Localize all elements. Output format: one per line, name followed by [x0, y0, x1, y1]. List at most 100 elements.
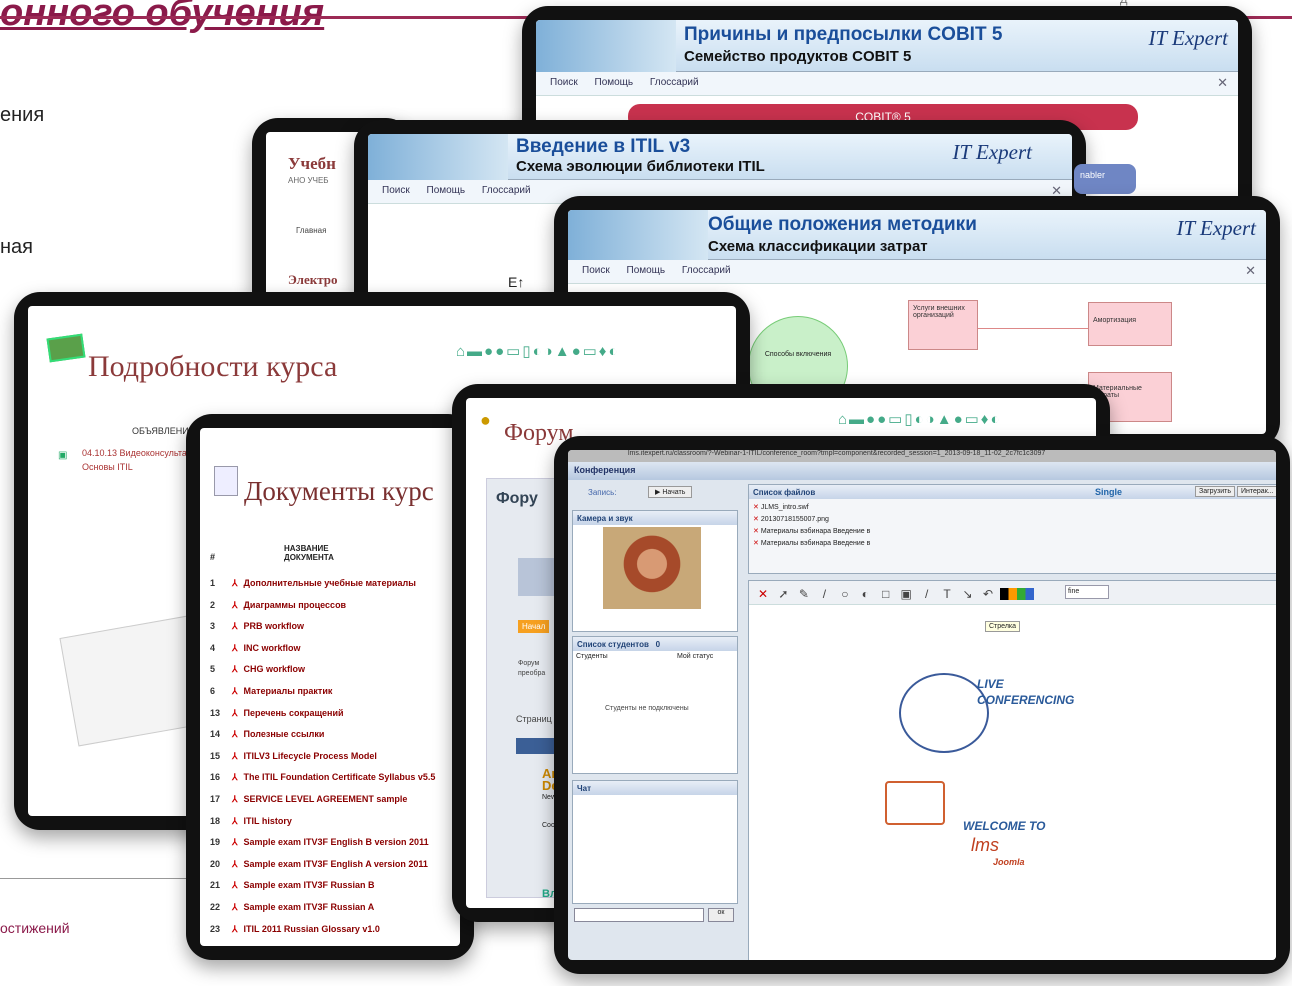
school-link[interactable]: Электро: [288, 272, 337, 288]
table-row[interactable]: 17 ⅄ SERVICE LEVEL AGREEMENT sample: [210, 794, 407, 805]
row-name[interactable]: Sample exam ITV3F English B version 2011: [244, 837, 429, 847]
col-num-header: #: [210, 552, 216, 562]
delete-file-icon[interactable]: ✕: [753, 504, 761, 511]
start-record-button[interactable]: ▶ Начать: [648, 486, 693, 498]
course-toolbar-icons[interactable]: ⌂▬●●▭▯◐◑▲●▭♦◐: [456, 342, 620, 360]
whiteboard[interactable]: ✕ ➚ ✎ / ○ ◐ □ ▣ / T ↘ ↶ fine Стрелка LIV…: [748, 580, 1276, 960]
glossary-link[interactable]: Глоссарий: [650, 77, 699, 88]
delete-file-icon[interactable]: ✕: [753, 516, 761, 523]
row-name[interactable]: ITIL 2011 Russian Glossary v1.0: [244, 924, 380, 934]
row-number: 21: [210, 880, 221, 891]
search-link[interactable]: Поиск: [550, 77, 578, 88]
upload-button[interactable]: Загрузить: [1195, 486, 1235, 497]
row-name[interactable]: CHG workflow: [244, 664, 306, 674]
line-width-select[interactable]: fine: [1065, 585, 1109, 599]
close-icon[interactable]: ✕: [1245, 263, 1256, 279]
pdf-icon: ⅄: [232, 686, 238, 696]
help-link[interactable]: Помощь: [627, 265, 666, 276]
color-palette[interactable]: [1000, 587, 1035, 600]
table-row[interactable]: 15 ⅄ ITILV3 Lifecycle Process Model: [210, 751, 377, 762]
row-name[interactable]: The ITIL Foundation Certificate Syllabus…: [244, 772, 436, 782]
table-row[interactable]: 2 ⅄ Диаграммы процессов: [210, 600, 346, 611]
pdf-icon: ⅄: [232, 815, 238, 826]
delete-file-icon[interactable]: ✕: [753, 540, 761, 547]
delete-file-icon[interactable]: ✕: [753, 528, 761, 535]
line2-icon[interactable]: /: [919, 587, 935, 601]
pdf-icon: ⅄: [232, 707, 238, 718]
table-row[interactable]: 3 ⅄ PRB workflow: [210, 621, 304, 632]
table-row[interactable]: 20 ⅄ Sample exam ITV3F English A version 2…: [210, 859, 428, 870]
school-nav-home[interactable]: Главная: [296, 226, 326, 235]
help-link[interactable]: Помощь: [427, 185, 466, 196]
row-number: 22: [210, 902, 221, 912]
table-row[interactable]: 13 ⅄ Перечень сокращений: [210, 708, 344, 719]
forum-toolbar-icons[interactable]: ⌂▬●●▭▯◐◑▲●▭♦◐: [838, 410, 1002, 428]
row-name[interactable]: ITILV3 Lifecycle Process Model: [244, 751, 377, 761]
row-name[interactable]: PRB workflow: [244, 621, 305, 631]
table-row[interactable]: 4 ⅄ INC workflow: [210, 643, 301, 654]
glossary-link[interactable]: Глоссарий: [682, 265, 731, 276]
camera-panel-title: Камера и звук: [573, 511, 737, 525]
table-row[interactable]: 6 ⅄ Материалы практик: [210, 686, 332, 697]
slide-text-2: ная: [0, 236, 33, 258]
chat-panel-title: Чат: [573, 781, 737, 795]
table-row[interactable]: 21 ⅄ Sample exam ITV3F Russian B: [210, 880, 375, 891]
file-item[interactable]: ✕ JLMS_intro.swf: [753, 503, 870, 515]
row-name[interactable]: Дополнительные учебные материалы: [244, 578, 416, 588]
row-name[interactable]: Sample exam ITV3F Russian B: [244, 880, 375, 890]
forum-badge: Начал: [518, 620, 550, 633]
url-bar[interactable]: lms.itexpert.ru/classroom/?-Webinar-1-IT…: [568, 450, 1276, 462]
delete-icon[interactable]: ✕: [755, 587, 771, 601]
row-name[interactable]: SERVICE LEVEL AGREEMENT sample: [244, 794, 408, 804]
row-name[interactable]: Sample exam ITV3F Russian A: [244, 902, 375, 912]
pdf-icon: ⅄: [232, 750, 238, 761]
line-icon[interactable]: /: [816, 587, 832, 601]
row-name[interactable]: Материалы практик: [244, 686, 333, 696]
chat-input[interactable]: [574, 908, 704, 922]
help-link[interactable]: Помощь: [595, 77, 634, 88]
chat-send-button[interactable]: ок: [708, 908, 734, 922]
table-row[interactable]: 14 ⅄ Полезные ссылки: [210, 729, 324, 740]
pencil-icon[interactable]: ✎: [796, 587, 812, 601]
row-name[interactable]: Диаграммы процессов: [244, 600, 347, 610]
file-item[interactable]: ✕ 20130718155007.png: [753, 515, 870, 527]
interactive-button[interactable]: Интерак...: [1237, 486, 1276, 497]
announce-text[interactable]: Основы ITIL: [82, 462, 133, 472]
row-name[interactable]: Полезные ссылки: [244, 729, 325, 739]
rectangle-icon[interactable]: □: [878, 587, 894, 601]
search-link[interactable]: Поиск: [382, 185, 410, 196]
circle-icon[interactable]: ○: [837, 587, 853, 601]
table-row[interactable]: 1 ⅄ Дополнительные учебные материалы: [210, 578, 416, 589]
table-row[interactable]: 5 ⅄ CHG workflow: [210, 664, 305, 675]
course-title: Подробности курса: [88, 350, 338, 383]
image-icon[interactable]: ▣: [898, 587, 914, 601]
text-icon[interactable]: T: [939, 587, 955, 601]
fill-icon[interactable]: ◐: [857, 587, 873, 601]
forum-box-title: Фору: [496, 490, 538, 507]
table-row[interactable]: 23 ⅄ ITIL 2011 Russian Glossary v1.0: [210, 924, 380, 935]
search-link[interactable]: Поиск: [582, 265, 610, 276]
row-name[interactable]: Sample exam ITV3F English A version 2011: [244, 859, 428, 869]
close-icon[interactable]: ✕: [1217, 75, 1228, 91]
pdf-icon: ⅄: [232, 837, 238, 848]
table-row[interactable]: 16 ⅄ The ITIL Foundation Certificate Sylla…: [210, 772, 435, 783]
announce-date[interactable]: 04.10.13 Видеоконсультац: [82, 448, 192, 458]
undo-icon[interactable]: ↶: [980, 587, 996, 601]
arrow-icon[interactable]: ↘: [960, 587, 976, 601]
row-name[interactable]: INC workflow: [244, 643, 301, 653]
glossary-link[interactable]: Глоссарий: [482, 185, 531, 196]
webcam-video: [603, 527, 701, 609]
table-row[interactable]: 22 ⅄ Sample exam ITV3F Russian A: [210, 902, 374, 913]
table-row[interactable]: 18 ⅄ ITIL history: [210, 816, 292, 827]
table-row[interactable]: 19 ⅄ Sample exam ITV3F English B version 2…: [210, 837, 429, 848]
row-name[interactable]: ITIL history: [244, 816, 292, 826]
pdf-icon: ⅄: [232, 642, 238, 653]
forum-text-2: преобра: [518, 670, 546, 677]
file-item[interactable]: ✕ Материалы вэбинара Введение в: [753, 539, 870, 551]
row-number: 23: [210, 923, 221, 934]
pointer-icon[interactable]: ➚: [775, 587, 791, 601]
cobit-enabler-tag: nabler: [1074, 164, 1136, 194]
file-item[interactable]: ✕ Материалы вэбинара Введение в: [753, 527, 870, 539]
row-name[interactable]: Перечень сокращений: [244, 708, 344, 718]
students-panel: Список студентов 0 Студенты Мой статус С…: [572, 636, 738, 774]
